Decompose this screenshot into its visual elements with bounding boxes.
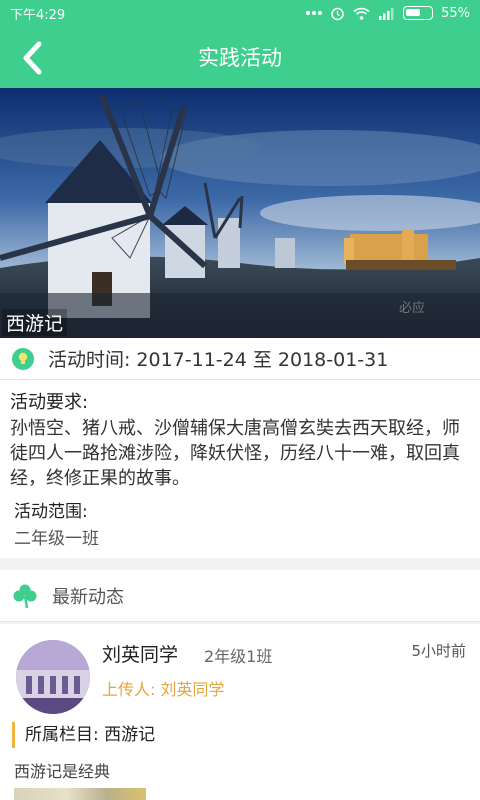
page-title: 实践活动: [198, 46, 282, 70]
wifi-icon: [353, 7, 370, 20]
scope-label: 活动范围:: [14, 502, 88, 522]
battery-percent: 55%: [441, 5, 470, 21]
post-author-class: 2年级1班: [204, 647, 273, 666]
post-column: 所属栏目: 西游记: [12, 722, 155, 748]
hero-watermark: 必应: [398, 301, 425, 316]
news-header-title: 最新动态: [52, 586, 124, 608]
news-post-card[interactable]: 刘英同学 2年级1班 5小时前 上传人: 刘英同学 所属栏目: 西游记 西游记是…: [0, 624, 480, 800]
hero-image[interactable]: 西游记 必应: [0, 88, 480, 338]
activity-time-label: 活动时间:: [48, 349, 131, 371]
dots-icon: [306, 10, 323, 16]
requirement-label: 活动要求:: [10, 392, 89, 413]
post-time-ago: 5小时前: [411, 642, 466, 660]
post-description: 西游记是经典: [14, 762, 111, 781]
activity-time-value: 2017-11-24 至 2018-01-31: [136, 349, 389, 371]
battery-icon: [403, 6, 434, 20]
clover-icon: [13, 584, 37, 608]
status-bar: 下午4:29 55%: [0, 0, 480, 26]
lightbulb-icon: [12, 347, 34, 370]
post-author-name: 刘英同学: [102, 644, 179, 666]
scope-value: 二年级一班: [14, 529, 99, 549]
app-bar: 实践活动: [0, 26, 480, 88]
hero-caption: 西游记: [2, 309, 68, 336]
activity-scope: 活动范围: 二年级一班: [0, 491, 480, 551]
activity-time-row: 活动时间: 2017-11-24 至 2018-01-31: [0, 338, 480, 380]
post-uploader: 上传人: 刘英同学: [102, 680, 225, 699]
back-button[interactable]: [12, 38, 52, 78]
activity-requirement: 活动要求: 孙悟空、猪八戒、沙僧辅保大唐高僧玄奘去西天取经，师徒四人一路抢滩涉险…: [0, 380, 480, 491]
alarm-icon: [330, 6, 345, 21]
signal-icon: [378, 7, 395, 20]
requirement-text: 孙悟空、猪八戒、沙僧辅保大唐高僧玄奘去西天取经，师徒四人一路抢滩涉险，降妖伏怪，…: [10, 418, 460, 489]
back-chevron-icon: [23, 41, 42, 75]
news-section-header: 最新动态: [0, 570, 480, 622]
activity-info-panel: 活动时间: 2017-11-24 至 2018-01-31 活动要求: 孙悟空、…: [0, 338, 480, 558]
post-thumbnail-image[interactable]: [14, 788, 146, 800]
status-time: 下午4:29: [10, 7, 66, 23]
avatar[interactable]: [16, 640, 90, 714]
status-icons: 55%: [306, 6, 470, 21]
